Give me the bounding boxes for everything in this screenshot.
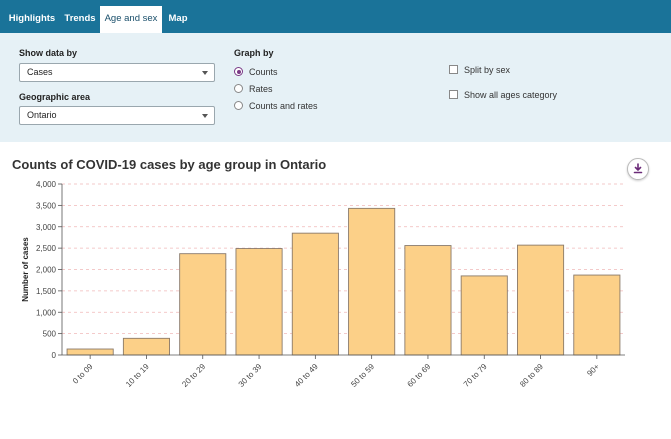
bar-chart: 05001,0001,5002,0002,5003,0003,5004,000 … [21,180,625,389]
x-tick-label: 40 to 49 [293,362,320,389]
tab-age-and-sex[interactable]: Age and sex [100,6,162,33]
split-by-sex-label: Split by sex [464,65,511,75]
x-tick-label: 70 to 79 [462,362,489,389]
bar-0-to-09[interactable] [66,348,114,356]
bar-80-to-89[interactable] [517,244,565,356]
tab-trends[interactable]: Trends [60,6,100,33]
bar-10-to-19[interactable] [122,337,170,356]
checkbox-icon[interactable] [449,65,458,74]
bar-30-to-39[interactable] [235,248,283,356]
x-tick-label: 60 to 69 [406,362,433,389]
graph-by-label: Graph by [234,48,274,58]
show-data-by-select[interactable]: Cases [19,63,215,82]
geographic-area-value: Ontario [27,110,57,120]
radio-unselected-icon[interactable] [234,101,243,110]
x-axis-ticks: 0 to 09 10 to 19 20 to 29 30 to 39 40 to 49 5… [62,354,625,389]
chevron-down-icon [202,114,208,118]
y-tick-label: 500 [43,330,57,339]
y-tick-label: 1,500 [36,287,57,296]
bar-70-to-79[interactable] [460,275,508,356]
y-tick-label: 0 [52,351,57,360]
radio-unselected-icon[interactable] [234,84,243,93]
bar-50-to-59[interactable] [348,207,396,356]
geographic-area-select[interactable]: Ontario [19,106,215,125]
x-tick-label: 90+ [585,362,601,378]
x-tick-label: 80 to 89 [518,362,545,389]
radio-rates-label: Rates [249,84,273,94]
bar-90-[interactable] [573,274,621,356]
checkbox-icon[interactable] [449,90,458,99]
x-tick-label: 0 to 09 [71,362,95,386]
bars [66,207,621,356]
geographic-area-label: Geographic area [19,92,91,102]
radio-counts-label: Counts [249,67,278,77]
y-tick-label: 2,000 [36,266,57,275]
x-tick-label: 20 to 29 [180,362,207,389]
x-tick-label: 50 to 59 [349,362,376,389]
radio-counts-and-rates-label: Counts and rates [249,101,318,111]
chevron-down-icon [202,71,208,75]
tab-bar: Highlights Trends Age and sex Map [0,0,671,33]
y-axis-title: Number of cases [21,237,30,302]
y-tick-label: 2,500 [36,244,57,253]
tab-map[interactable]: Map [162,6,194,33]
x-tick-label: 10 to 19 [124,362,151,389]
radio-selected-icon[interactable] [234,67,243,76]
bar-20-to-29[interactable] [179,253,227,356]
show-data-by-value: Cases [27,67,53,77]
bar-60-to-69[interactable] [404,245,452,356]
y-tick-label: 3,500 [36,201,57,210]
show-all-ages-label: Show all ages category [464,90,558,100]
y-tick-label: 3,000 [36,223,57,232]
y-tick-label: 1,000 [36,308,57,317]
controls-panel: Show data by Cases Geographic area Ontar… [0,33,671,142]
y-axis-ticks: 0 500 1,000 1,500 2,000 2,500 3,000 3,500 4,000 [36,180,63,360]
tab-highlights[interactable]: Highlights [4,6,60,33]
bar-40-to-49[interactable] [291,232,339,356]
x-tick-label: 30 to 39 [237,362,264,389]
y-tick-label: 4,000 [36,180,57,189]
show-data-by-label: Show data by [19,48,78,58]
